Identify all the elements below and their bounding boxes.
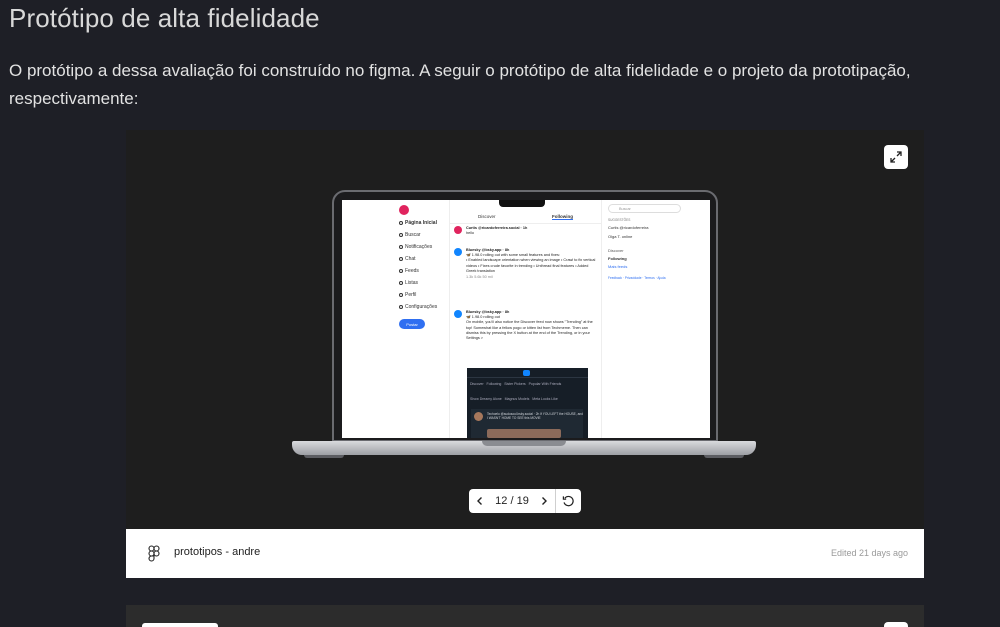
mock-embed-tabs: Discover Following Sister Pickers Popula… — [470, 382, 562, 386]
mock-post: Curtis @ricardoferreira.social · 1h hell… — [454, 226, 598, 244]
mock-embed-post-image — [487, 429, 561, 438]
mock-tab-following: Following — [552, 214, 573, 220]
mock-post-button: Postar — [399, 319, 425, 329]
mock-post: Bluesky @bsky.app · 8h 🦋 1.98.0 rolling … — [454, 310, 598, 365]
mock-suggested-user: Curtis @ricardoferreira — [608, 225, 649, 230]
embed-footer: prototipos - andre Edited 21 days ago — [126, 529, 924, 578]
mock-embed-tabs-secondary: Show Dreamy Alone Magnus Models Meta Loo… — [470, 397, 558, 401]
expand-button[interactable] — [884, 622, 908, 627]
mock-embed-post: Techoelo @sudosoul.bsky.social · 2h If Y… — [471, 409, 583, 438]
laptop-foot — [304, 455, 344, 458]
mock-more-feeds: Mais feeds — [608, 264, 628, 269]
laptop-screen: Página Inicial Buscar Notificações Chat … — [342, 200, 710, 438]
mock-nav-notifications: Notificações — [399, 244, 432, 250]
embed-2-toolbar-pill — [142, 623, 218, 627]
mock-right-following: Following — [608, 256, 627, 261]
chat-icon — [399, 257, 403, 261]
slide-counter: 12 / 19 — [495, 495, 529, 507]
mock-nav-home: Página Inicial — [399, 220, 437, 226]
avatar — [474, 412, 483, 421]
mock-nav-profile: Perfil — [399, 292, 416, 298]
avatar — [454, 310, 462, 318]
prototype-canvas[interactable]: Página Inicial Buscar Notificações Chat … — [126, 130, 924, 529]
laptop-mockup: Página Inicial Buscar Notificações Chat … — [292, 189, 756, 470]
mock-tab-discover: Discover — [478, 214, 496, 219]
profile-icon — [399, 293, 403, 297]
mock-search-input: Buscar — [608, 204, 681, 213]
avatar — [454, 226, 462, 234]
mock-nav-chat: Chat — [399, 256, 416, 262]
restart-button[interactable] — [555, 489, 581, 513]
figma-embed[interactable]: Página Inicial Buscar Notificações Chat … — [126, 130, 924, 578]
slide-pager: 12 / 19 — [469, 489, 581, 513]
mock-nav-feeds: Feeds — [399, 268, 419, 274]
mock-right-column: Buscar SUGGESTÕES Curtis @ricardoferreir… — [604, 200, 710, 438]
restart-icon — [562, 495, 574, 506]
laptop-foot — [704, 455, 744, 458]
search-icon — [399, 233, 403, 237]
mock-right-discover: Discover — [608, 248, 624, 253]
file-name-link[interactable]: prototipos - andre — [174, 546, 260, 558]
mock-embedded-image: Discover Following Sister Pickers Popula… — [467, 368, 588, 438]
butterfly-icon — [523, 370, 530, 376]
mock-feed-tabs: Discover Following — [450, 212, 602, 224]
mock-post-list: • Enabled landscape orientation when vie… — [466, 258, 596, 273]
list-icon — [399, 281, 403, 285]
mock-embed-post-text: Techoelo @sudosoul.bsky.social · 2h If Y… — [487, 412, 583, 421]
prev-slide-button[interactable] — [469, 489, 491, 513]
mock-post-list: On mobile, you'll also notice the Discov… — [466, 320, 593, 341]
mock-nav-lists: Listas — [399, 280, 418, 286]
edited-timestamp: Edited 21 days ago — [830, 548, 908, 558]
next-slide-button[interactable] — [533, 489, 555, 513]
home-icon — [399, 221, 403, 225]
chevron-right-icon — [542, 497, 547, 505]
mock-footer-links: Feedback · Privacidade · Termos · Ajuda — [608, 276, 666, 280]
gear-icon — [399, 305, 403, 309]
mock-post-actions: 1.3k 5.6k 50 mil — [466, 275, 493, 280]
mock-suggestions-header: SUGGESTÕES — [608, 218, 631, 222]
page-title: Protótipo de alta fidelidade — [9, 3, 320, 33]
laptop-base — [292, 441, 756, 455]
expand-button[interactable] — [884, 145, 908, 169]
laptop-lid: Página Inicial Buscar Notificações Chat … — [332, 190, 718, 442]
mock-post: Bluesky @bsky.app · 8h 🦋 1.98.0 rolling … — [454, 248, 598, 306]
figma-embed-2[interactable] — [126, 605, 924, 627]
figma-logo-icon — [148, 545, 160, 562]
mock-post-text: hello — [466, 231, 475, 236]
app-logo-icon — [399, 205, 409, 215]
mock-nav-settings: Configurações — [399, 304, 437, 310]
hash-icon — [399, 269, 403, 273]
mock-nav-search: Buscar — [399, 232, 421, 238]
expand-icon — [890, 151, 902, 163]
mock-suggested-user: Olga T. online — [608, 234, 633, 239]
chevron-left-icon — [477, 497, 482, 505]
mock-sidebar: Página Inicial Buscar Notificações Chat … — [342, 200, 450, 438]
bell-icon — [399, 245, 403, 249]
intro-paragraph: O protótipo a dessa avaliação foi constr… — [9, 61, 911, 108]
avatar — [454, 248, 462, 256]
